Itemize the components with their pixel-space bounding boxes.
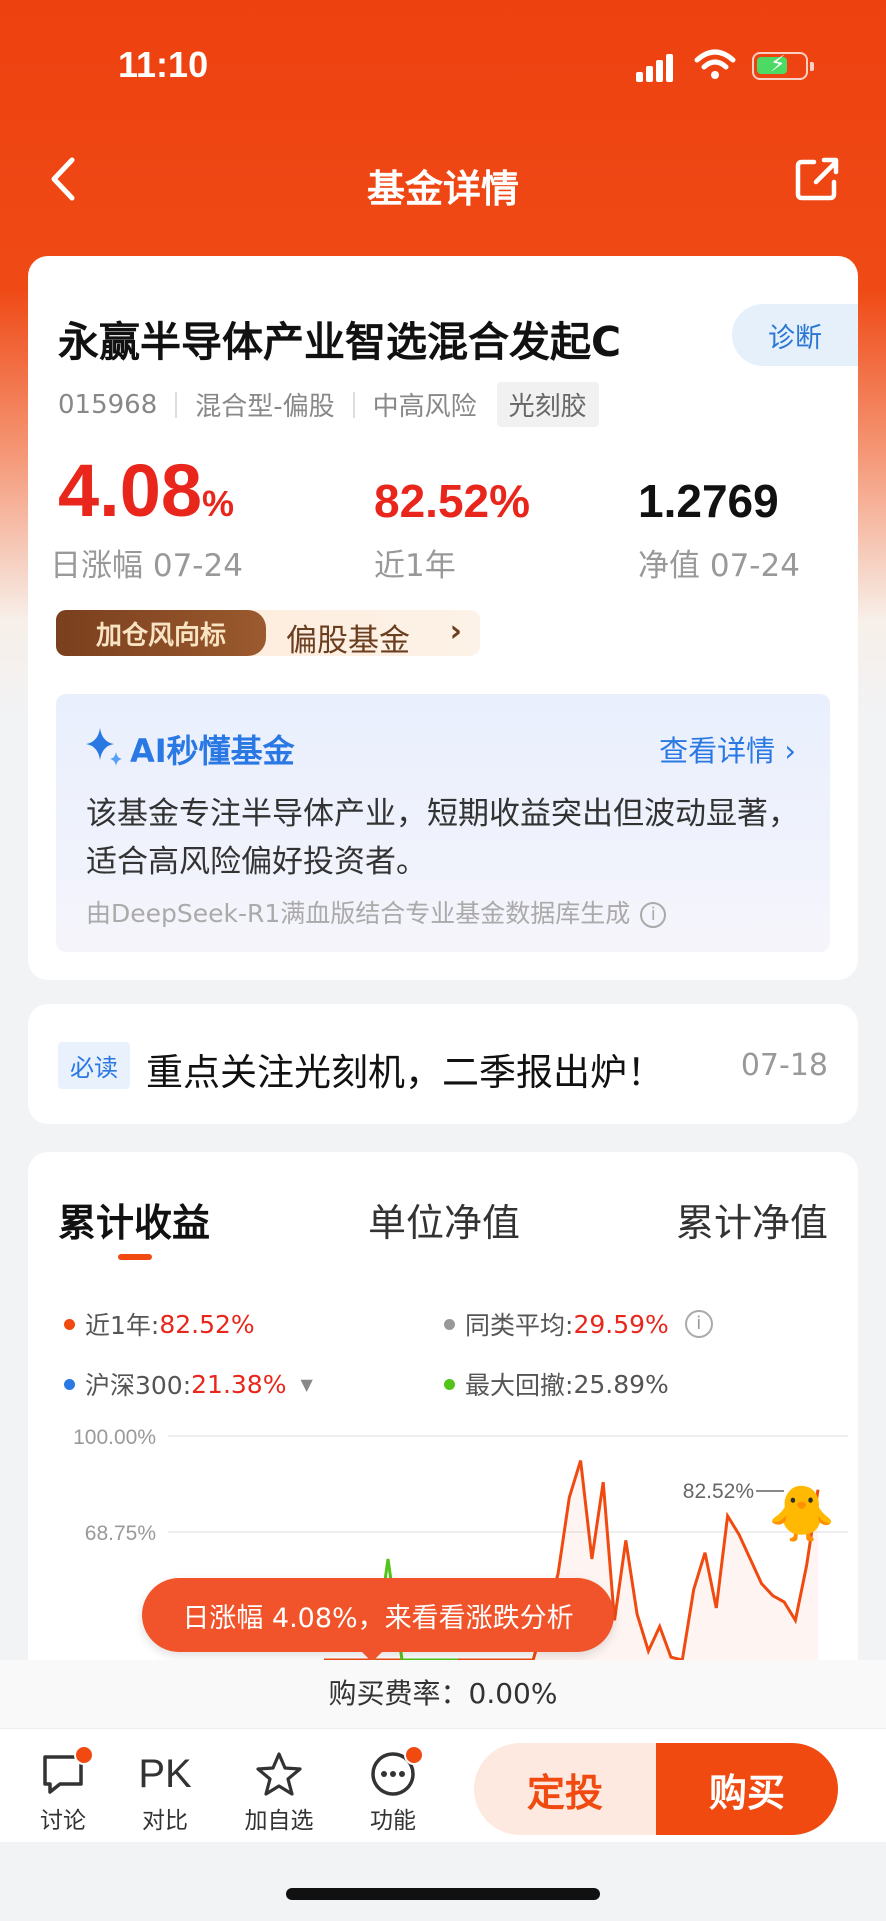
ai-summary-title: AI秒懂基金 <box>130 732 295 770</box>
mascot-icon[interactable]: 🐥 <box>768 1482 835 1546</box>
pk-icon: PK <box>138 1751 192 1796</box>
y-tick-label: 68.75% <box>85 1522 156 1545</box>
legend-peer-label: 同类平均: <box>465 1311 574 1340</box>
info-icon[interactable]: i <box>684 1310 713 1338</box>
legend-year-value: 82.52% <box>159 1309 255 1339</box>
nav-functions-label: 功能 <box>370 1808 416 1834</box>
notification-dot <box>74 1745 94 1765</box>
battery-icon: ⚡ <box>752 52 814 80</box>
status-time: 11:10 <box>118 44 209 85</box>
ai-footnote-text: 由DeepSeek-R1满血版结合专业基金数据库生成 <box>86 899 631 928</box>
nav-compare[interactable]: PK 对比 <box>120 1747 210 1835</box>
daily-change-value: 4.08 <box>58 449 203 532</box>
legend-drawdown-value: 25.89% <box>573 1369 669 1399</box>
nav-label: 净值 07-24 <box>638 548 800 584</box>
nav-discuss-label: 讨论 <box>40 1808 86 1834</box>
year-return-label: 近1年 <box>374 548 456 584</box>
legend-year-label: 近1年: <box>85 1311 160 1340</box>
diagnose-button[interactable]: 诊断 <box>732 304 858 366</box>
action-buttons: 定投 购买 <box>474 1743 838 1835</box>
sparkle-icon <box>86 728 122 766</box>
active-tab-indicator <box>118 1254 152 1260</box>
tab-cumulative-return[interactable]: 累计收益 <box>58 1192 210 1247</box>
bottom-action-bar: 讨论 PK 对比 加自选 功能 定投 购买 <box>0 1728 886 1842</box>
must-read-badge: 必读 <box>58 1042 130 1089</box>
status-bar: 11:10 ⚡ <box>0 0 886 130</box>
legend-peer-value: 29.59% <box>573 1309 669 1339</box>
daily-change-unit: % <box>202 483 235 524</box>
fund-code: 015968 <box>58 389 158 420</box>
legend-hs300[interactable]: 沪深300: 21.38% ▼ <box>64 1366 313 1402</box>
legend-peer: 同类平均: 29.59% i <box>444 1306 713 1342</box>
nav-bar: 基金详情 <box>0 140 886 220</box>
share-icon[interactable] <box>792 154 842 204</box>
info-icon[interactable]: i <box>640 902 667 928</box>
theme-tag[interactable]: 光刻胶 <box>496 382 599 427</box>
analysis-toast[interactable]: 日涨幅 4.08%，来看看涨跌分析 <box>142 1578 614 1652</box>
purchase-fee: 购买费率：0.00% <box>0 1660 886 1728</box>
auto-invest-button[interactable]: 定投 <box>474 1743 656 1835</box>
dropdown-icon[interactable]: ▼ <box>300 1375 312 1394</box>
fund-summary-card: 永赢半导体产业智选混合发起C 诊断 015968 混合型-偏股 中高风险 光刻胶… <box>28 256 858 980</box>
daily-change: 4.08% <box>58 448 234 533</box>
legend-hs300-label: 沪深300: <box>85 1371 192 1400</box>
fund-type: 混合型-偏股 <box>195 392 335 422</box>
legend-hs300-value: 21.38% <box>191 1369 287 1399</box>
page-title: 基金详情 <box>366 167 519 211</box>
notification-dot <box>404 1745 424 1765</box>
ai-detail-link[interactable]: 查看详情 › <box>659 728 796 770</box>
home-indicator[interactable] <box>286 1888 600 1900</box>
buy-button[interactable]: 购买 <box>656 1743 838 1835</box>
tab-cumulative-nav[interactable]: 累计净值 <box>676 1192 828 1247</box>
news-title: 重点关注光刻机，二季报出炉！ <box>146 1051 664 1094</box>
legend-year: 近1年: 82.52% <box>64 1306 255 1342</box>
ai-summary-box: AI秒懂基金 查看详情 › 该基金专注半导体产业，短期收益突出但波动显著，适合高… <box>56 694 830 952</box>
star-icon <box>256 1752 302 1796</box>
year-return-value: 82.52% <box>374 475 531 527</box>
fund-name: 永赢半导体产业智选混合发起C <box>58 318 622 366</box>
ai-footnote: 由DeepSeek-R1满血版结合专业基金数据库生成 i <box>86 894 667 930</box>
divider <box>175 391 178 418</box>
fund-meta: 015968 混合型-偏股 中高风险 光刻胶 <box>58 382 599 427</box>
legend-drawdown: 最大回撤: 25.89% <box>444 1366 669 1402</box>
y-tick-label: 100.00% <box>73 1426 156 1449</box>
legend-drawdown-label: 最大回撤: <box>465 1371 574 1400</box>
chevron-right-icon: › <box>449 614 462 649</box>
promo-banner[interactable]: 加仓风向标 偏股基金 › <box>56 610 480 659</box>
tab-unit-nav[interactable]: 单位净值 <box>368 1192 520 1247</box>
promo-text: 偏股基金 <box>286 623 410 659</box>
news-card[interactable]: 必读 重点关注光刻机，二季报出炉！ 07-18 <box>28 1004 858 1124</box>
divider <box>352 391 355 418</box>
signal-icon <box>636 52 680 82</box>
nav-watchlist-label: 加自选 <box>244 1808 314 1834</box>
end-value-label: 82.52% <box>683 1480 754 1503</box>
wifi-icon <box>694 49 736 79</box>
nav-value: 1.2769 <box>638 475 779 527</box>
promo-badge: 加仓风向标 <box>56 610 266 656</box>
nav-compare-label: 对比 <box>142 1808 188 1834</box>
nav-functions[interactable]: 功能 <box>348 1745 438 1835</box>
ai-summary-text: 该基金专注半导体产业，短期收益突出但波动显著，适合高风险偏好投资者。 <box>86 796 799 880</box>
fund-risk: 中高风险 <box>372 392 477 422</box>
home-indicator-area <box>0 1842 886 1921</box>
news-date: 07-18 <box>740 1048 828 1083</box>
nav-discuss[interactable]: 讨论 <box>18 1745 108 1835</box>
daily-change-label: 日涨幅 07-24 <box>50 548 243 584</box>
nav-watchlist[interactable]: 加自选 <box>234 1747 324 1835</box>
